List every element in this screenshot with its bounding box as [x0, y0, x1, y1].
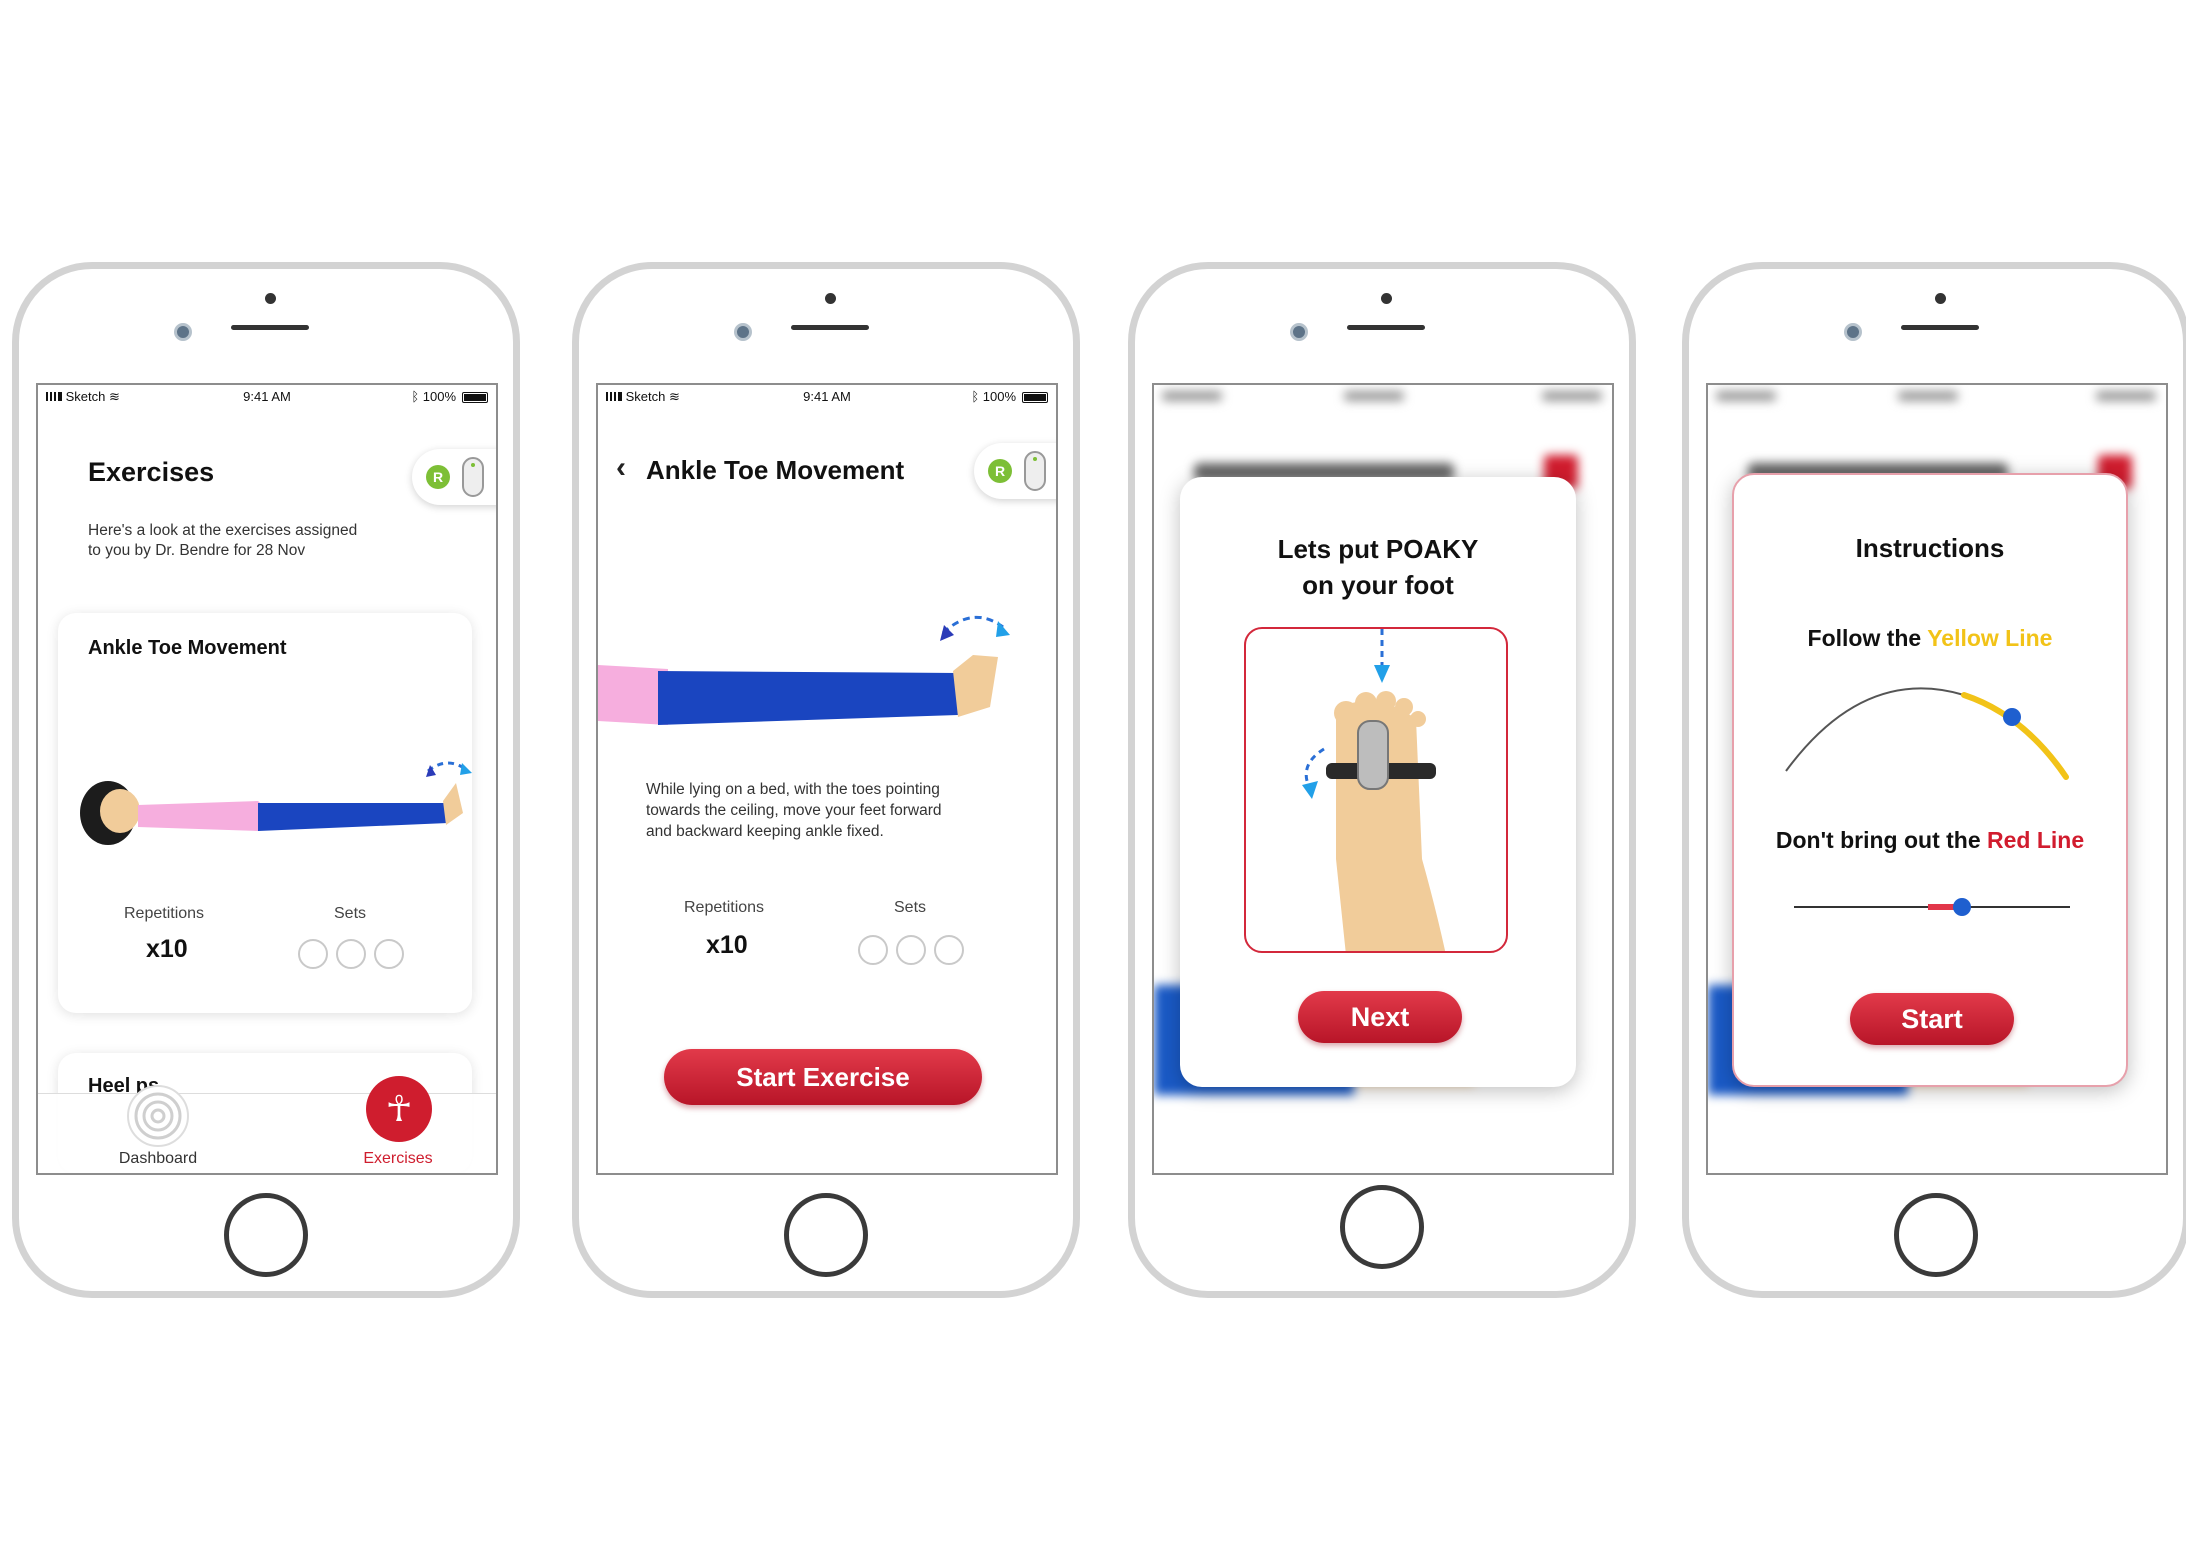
exercise-card[interactable]: Ankle Toe Movement Repetitions x10 Sets [58, 613, 472, 1013]
phone-1: Sketch ≋ 9:41 AM ᛒ 100% Exercises R Here… [12, 262, 520, 1298]
earpiece-speaker [791, 325, 869, 330]
toggle-knob [1024, 451, 1046, 491]
device-toggle[interactable]: R [974, 443, 1056, 499]
phone-3: Lets put POAKY on your foot Next [1128, 262, 1636, 1298]
tab-dashboard[interactable]: Dashboard [98, 1085, 218, 1173]
page-title: Ankle Toe Movement [646, 455, 905, 485]
exercise-description: While lying on a bed, with the toes poin… [646, 781, 942, 840]
follow-instruction: Follow the Yellow Line [1807, 625, 2053, 651]
battery-icon [462, 392, 488, 403]
battery-percent: 100% [422, 389, 456, 404]
phone-4: Instructions Follow the Yellow Line Don'… [1682, 262, 2186, 1298]
screen-instructions: Instructions Follow the Yellow Line Don'… [1706, 383, 2168, 1175]
set-indicator [858, 935, 888, 965]
bluetooth-icon: ᛒ [971, 389, 980, 404]
screen-put-device: Lets put POAKY on your foot Next [1152, 383, 1614, 1175]
bluetooth-icon: ᛒ [411, 389, 420, 404]
red-line-instruction: Don't bring out the Red Line [1775, 827, 2085, 853]
earpiece-speaker [1901, 325, 1979, 330]
exercise-card-title: Ankle Toe Movement [88, 637, 287, 659]
tab-exercises-label: Exercises [363, 1150, 433, 1167]
modal-title: Instructions [1855, 533, 2005, 563]
front-camera [1290, 323, 1308, 341]
set-indicator [896, 935, 926, 965]
earpiece-speaker [1347, 325, 1425, 330]
home-button[interactable] [1894, 1193, 1978, 1277]
earpiece-speaker [231, 325, 309, 330]
leg-illustration [598, 615, 1010, 725]
start-exercise-button[interactable]: Start Exercise [664, 1049, 982, 1105]
device-badge: R [988, 459, 1012, 483]
sets-label: Sets [894, 899, 927, 916]
page-subtitle: Here's a look at the exercises assigned … [88, 522, 358, 559]
front-camera [1844, 323, 1862, 341]
sets-label: Sets [334, 905, 367, 922]
yellow-line-highlight: Yellow Line [1927, 625, 2053, 651]
device-toggle[interactable]: R [412, 449, 496, 505]
set-indicator [374, 939, 404, 969]
set-indicator [934, 935, 964, 965]
home-button[interactable] [1340, 1185, 1424, 1269]
repetitions-value: x10 [706, 931, 748, 959]
setup-modal: Lets put POAKY on your foot Next [1180, 477, 1576, 1087]
next-button[interactable]: Next [1298, 991, 1462, 1043]
battery-icon [1022, 392, 1048, 403]
red-line-slider [1794, 898, 2070, 916]
home-button[interactable] [224, 1193, 308, 1277]
modal-title: Lets put POAKY on your foot [1277, 534, 1479, 600]
bottom-tab-bar: Dashboard ☥ Exercises [38, 1076, 496, 1173]
sensor-dot [1935, 293, 1946, 304]
repetitions-value: x10 [146, 935, 188, 963]
tab-exercises[interactable]: ☥ Exercises [328, 1076, 468, 1173]
device-badge: R [426, 465, 450, 489]
sensor-dot [825, 293, 836, 304]
front-camera [174, 323, 192, 341]
foot-with-device-illustration [1302, 629, 1446, 951]
instructions-modal: Instructions Follow the Yellow Line Don'… [1732, 473, 2128, 1087]
lying-figure-illustration [80, 761, 472, 845]
start-button[interactable]: Start [1850, 993, 2014, 1045]
battery-percent: 100% [982, 389, 1016, 404]
home-button[interactable] [784, 1193, 868, 1277]
yellow-arc-gauge [1785, 687, 2069, 780]
screen-exercises: Sketch ≋ 9:41 AM ᛒ 100% Exercises R Here… [36, 383, 498, 1175]
dashboard-icon [127, 1085, 189, 1147]
repetitions-label: Repetitions [684, 899, 765, 916]
tab-dashboard-label: Dashboard [118, 1150, 198, 1167]
back-chevron-icon[interactable]: ‹ [616, 451, 626, 485]
set-indicator [298, 939, 328, 969]
set-indicator [336, 939, 366, 969]
toggle-knob [462, 457, 484, 497]
sensor-dot [1381, 293, 1392, 304]
status-bar: Sketch ≋ 9:41 AM ᛒ 100% [38, 385, 496, 407]
status-bar: Sketch ≋ 9:41 AM ᛒ 100% [598, 385, 1056, 407]
sensor-dot [265, 293, 276, 304]
exercises-icon: ☥ [366, 1076, 432, 1142]
front-camera [734, 323, 752, 341]
screen-exercise-detail: Sketch ≋ 9:41 AM ᛒ 100% ‹ Ankle Toe Move… [596, 383, 1058, 1175]
page-title: Exercises [88, 457, 215, 487]
red-line-highlight: Red Line [1987, 827, 2085, 853]
repetitions-label: Repetitions [124, 905, 205, 922]
phone-2: Sketch ≋ 9:41 AM ᛒ 100% ‹ Ankle Toe Move… [572, 262, 1080, 1298]
foot-illustration-frame [1244, 627, 1508, 953]
